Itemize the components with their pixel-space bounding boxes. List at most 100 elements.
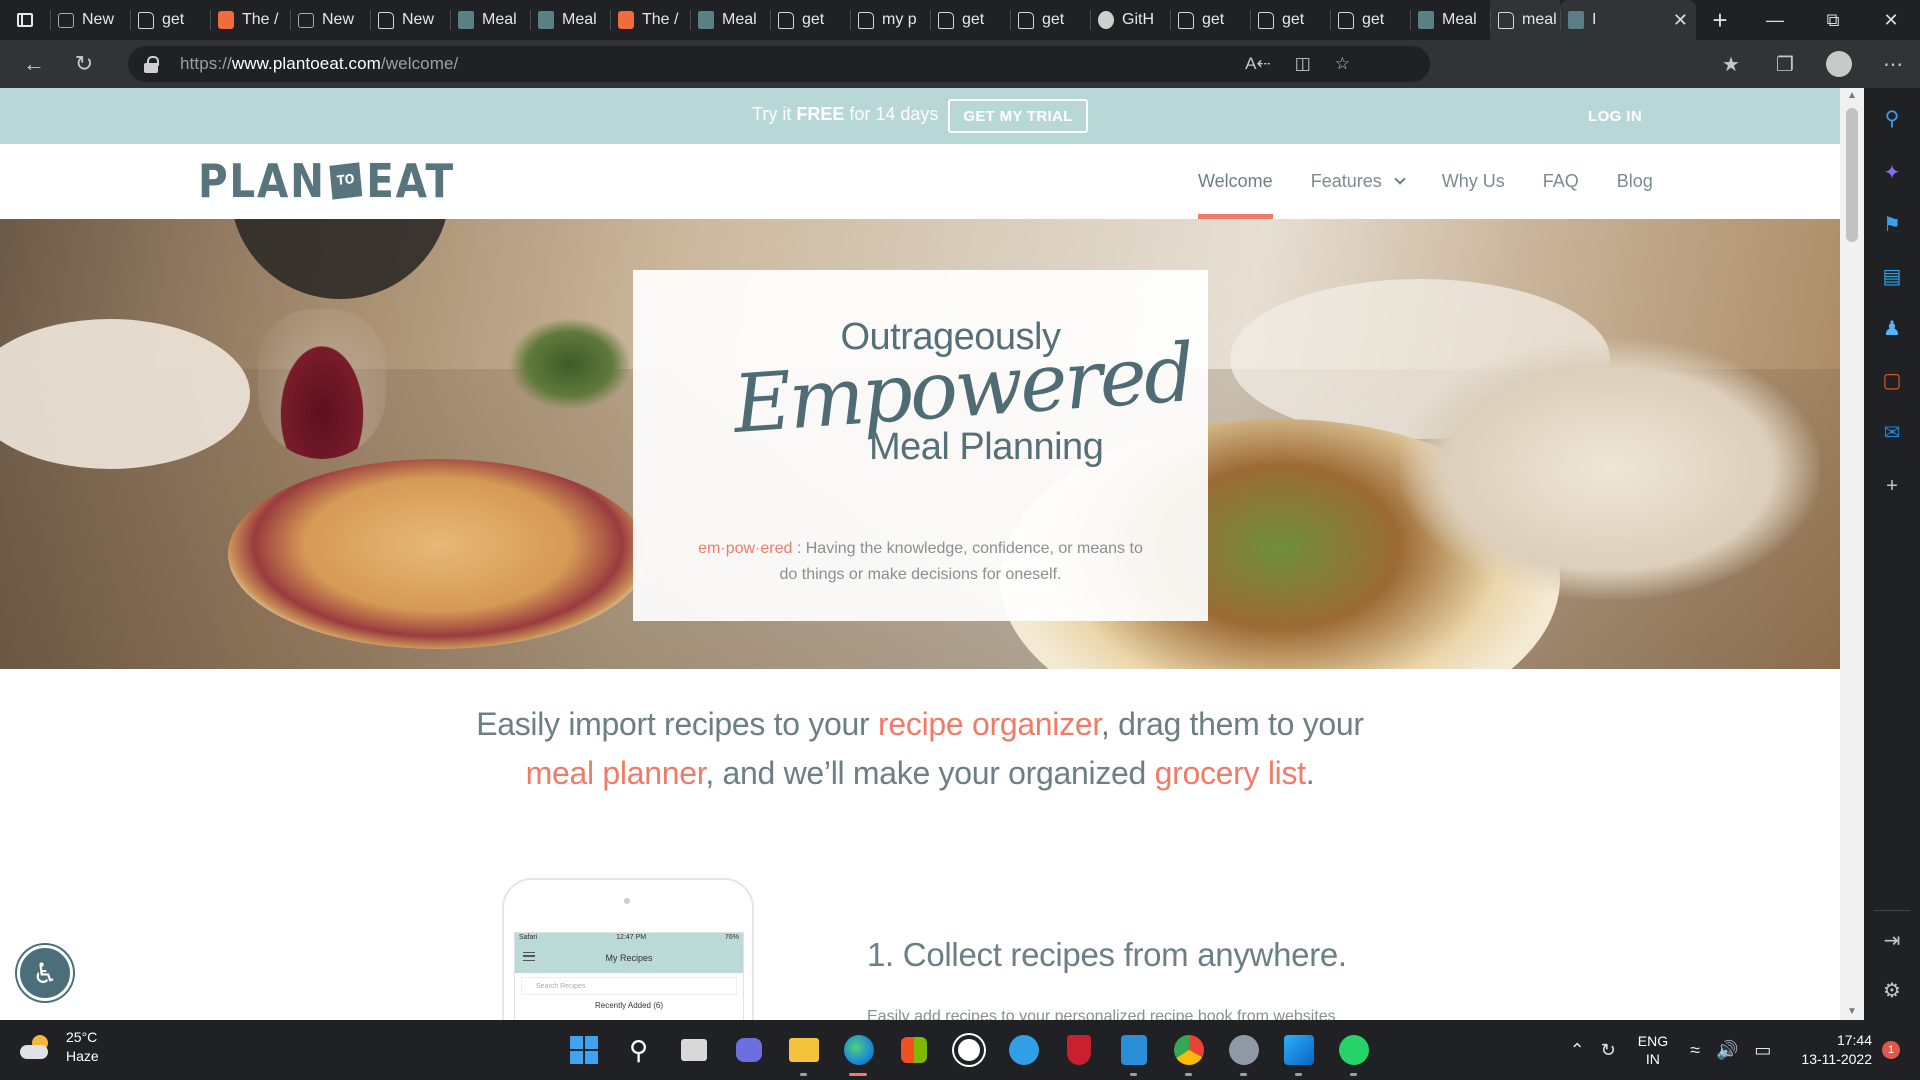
url-text[interactable]: https://www.plantoeat.com/welcome/ bbox=[180, 54, 458, 74]
browser-tab[interactable]: get bbox=[130, 0, 210, 40]
minimize-button[interactable]: — bbox=[1746, 0, 1804, 40]
plantoeat-logo[interactable]: PLAN TO EAT bbox=[198, 154, 455, 208]
edge-browser-button[interactable] bbox=[831, 1020, 886, 1080]
site-header: PLAN TO EAT Welcome Features Why Us FAQ Bl… bbox=[0, 144, 1840, 219]
promo-bar: Try it FREE for 14 days GET MY TRIAL LOG… bbox=[0, 88, 1840, 144]
browser-tab[interactable]: New bbox=[370, 0, 450, 40]
browser-tab[interactable]: New bbox=[290, 0, 370, 40]
add-favorite-icon[interactable]: ☆ bbox=[1335, 54, 1350, 74]
browser-tab-strip: New get The / New New Meal Meal The / Meal get my … bbox=[0, 0, 1920, 40]
file-explorer-button[interactable] bbox=[776, 1020, 831, 1080]
teams-chat-button[interactable] bbox=[721, 1020, 776, 1080]
nav-why-us[interactable]: Why Us bbox=[1442, 144, 1505, 219]
weather-widget[interactable]: 25°C Haze bbox=[20, 1028, 99, 1066]
favorites-icon[interactable]: ★ bbox=[1704, 40, 1758, 88]
mcafee-button[interactable] bbox=[1051, 1020, 1106, 1080]
read-aloud-icon[interactable]: A⇠ bbox=[1245, 54, 1271, 74]
promo-text: Try it FREE for 14 days bbox=[752, 104, 938, 125]
search-icon[interactable]: ⚲ bbox=[1880, 106, 1904, 130]
scroll-down-arrow-icon[interactable]: ▼ bbox=[1846, 1006, 1858, 1018]
login-link[interactable]: LOG IN bbox=[1588, 108, 1642, 125]
taskbar-search-button[interactable]: ⚲ bbox=[611, 1020, 666, 1080]
browser-tab[interactable]: The / bbox=[610, 0, 690, 40]
nav-welcome[interactable]: Welcome bbox=[1198, 144, 1273, 219]
browser-tab[interactable]: New bbox=[50, 0, 130, 40]
app-button-1[interactable] bbox=[941, 1020, 996, 1080]
browser-tab[interactable]: The / bbox=[210, 0, 290, 40]
page-scrollbar[interactable]: ▲ ▼ bbox=[1840, 88, 1864, 1020]
address-bar[interactable]: https://www.plantoeat.com/welcome/ A⇠ ◫ … bbox=[128, 46, 1430, 82]
tab-actions-button[interactable] bbox=[0, 0, 50, 40]
restore-button[interactable]: ⧉ bbox=[1804, 0, 1862, 40]
browser-tab[interactable]: meal bbox=[1490, 0, 1560, 40]
new-tab-button[interactable]: + bbox=[1696, 0, 1744, 40]
nav-features[interactable]: Features bbox=[1311, 144, 1406, 219]
games-icon[interactable]: ♟ bbox=[1880, 316, 1904, 340]
promo-suffix: for 14 days bbox=[844, 104, 939, 124]
tools-icon[interactable]: ▤ bbox=[1880, 264, 1904, 288]
immersive-reader-icon[interactable]: ◫ bbox=[1295, 54, 1311, 74]
grocery-list-link[interactable]: grocery list bbox=[1155, 755, 1306, 791]
browser-tab[interactable]: I ✕ bbox=[1560, 0, 1696, 40]
browser-tab[interactable]: my p bbox=[850, 0, 930, 40]
browser-tab[interactable]: get bbox=[930, 0, 1010, 40]
vscode-button[interactable] bbox=[1106, 1020, 1161, 1080]
discover-icon[interactable]: ✦ bbox=[1880, 160, 1904, 184]
help-button[interactable] bbox=[996, 1020, 1051, 1080]
photos-button[interactable] bbox=[1271, 1020, 1326, 1080]
hero-definition: em·pow·ered : Having the knowledge, conf… bbox=[693, 536, 1148, 588]
browser-tab[interactable]: Meal bbox=[450, 0, 530, 40]
browser-tab[interactable]: GitH bbox=[1090, 0, 1170, 40]
document-icon bbox=[938, 11, 954, 29]
settings-gear-icon[interactable]: ⚙ bbox=[1880, 978, 1904, 1002]
nav-faq[interactable]: FAQ bbox=[1543, 144, 1579, 219]
shopping-tag-icon[interactable]: ⚑ bbox=[1880, 212, 1904, 236]
wheelchair-icon: ♿ bbox=[32, 957, 58, 989]
sync-icon[interactable]: ↻ bbox=[1601, 1040, 1616, 1061]
collections-icon[interactable]: ❐ bbox=[1758, 40, 1812, 88]
task-view-button[interactable] bbox=[666, 1020, 721, 1080]
close-tab-icon[interactable]: ✕ bbox=[1673, 10, 1688, 31]
profile-avatar[interactable] bbox=[1826, 51, 1852, 77]
scroll-thumb[interactable] bbox=[1846, 108, 1858, 242]
start-button[interactable] bbox=[556, 1020, 611, 1080]
chevron-up-icon[interactable]: ⌃ bbox=[1570, 1040, 1585, 1061]
browser-tab[interactable]: get bbox=[1170, 0, 1250, 40]
scroll-up-arrow-icon[interactable]: ▲ bbox=[1846, 90, 1858, 102]
outlook-icon[interactable]: ✉ bbox=[1880, 420, 1904, 444]
browser-tab[interactable]: get bbox=[1250, 0, 1330, 40]
hide-sidebar-icon[interactable]: ⇥ bbox=[1880, 928, 1904, 952]
battery-icon[interactable]: ▭ bbox=[1754, 1040, 1771, 1061]
chrome-button[interactable] bbox=[1161, 1020, 1216, 1080]
notification-badge[interactable]: 1 bbox=[1882, 1041, 1900, 1059]
accessibility-button[interactable]: ♿ bbox=[17, 945, 73, 1001]
whatsapp-button[interactable] bbox=[1326, 1020, 1381, 1080]
browser-tab[interactable]: get bbox=[770, 0, 850, 40]
back-button[interactable]: ← bbox=[10, 40, 58, 88]
recipe-organizer-link[interactable]: recipe organizer bbox=[878, 706, 1101, 742]
browser-tab[interactable]: Meal bbox=[690, 0, 770, 40]
wifi-icon[interactable]: ≈ bbox=[1690, 1040, 1700, 1061]
get-trial-button[interactable]: GET MY TRIAL bbox=[948, 99, 1088, 133]
browser-tab[interactable]: get bbox=[1010, 0, 1090, 40]
add-sidebar-app-icon[interactable]: + bbox=[1880, 474, 1904, 498]
nav-blog[interactable]: Blog bbox=[1617, 144, 1653, 219]
language-indicator[interactable]: ENG IN bbox=[1638, 1032, 1668, 1068]
office-icon[interactable]: ▢ bbox=[1880, 368, 1904, 392]
clock[interactable]: 17:44 13-11-2022 bbox=[1801, 1031, 1872, 1069]
document-icon bbox=[1018, 11, 1034, 29]
store-button[interactable] bbox=[886, 1020, 941, 1080]
hero-card: Outrageously Empowered Meal Planning em·… bbox=[633, 270, 1208, 621]
volume-icon[interactable]: 🔊 bbox=[1716, 1040, 1738, 1061]
close-window-button[interactable]: ✕ bbox=[1862, 0, 1920, 40]
refresh-button[interactable]: ↻ bbox=[60, 40, 108, 88]
browser-tab[interactable]: Meal bbox=[1410, 0, 1490, 40]
weather-temp: 25°C bbox=[66, 1029, 98, 1045]
more-menu-icon[interactable]: ⋯ bbox=[1866, 40, 1920, 88]
document-icon bbox=[1258, 11, 1274, 29]
settings-button[interactable] bbox=[1216, 1020, 1271, 1080]
browser-tab[interactable]: Meal bbox=[530, 0, 610, 40]
nav-faq-label: FAQ bbox=[1542, 171, 1579, 191]
browser-tab[interactable]: get bbox=[1330, 0, 1410, 40]
meal-planner-link[interactable]: meal planner bbox=[526, 755, 706, 791]
